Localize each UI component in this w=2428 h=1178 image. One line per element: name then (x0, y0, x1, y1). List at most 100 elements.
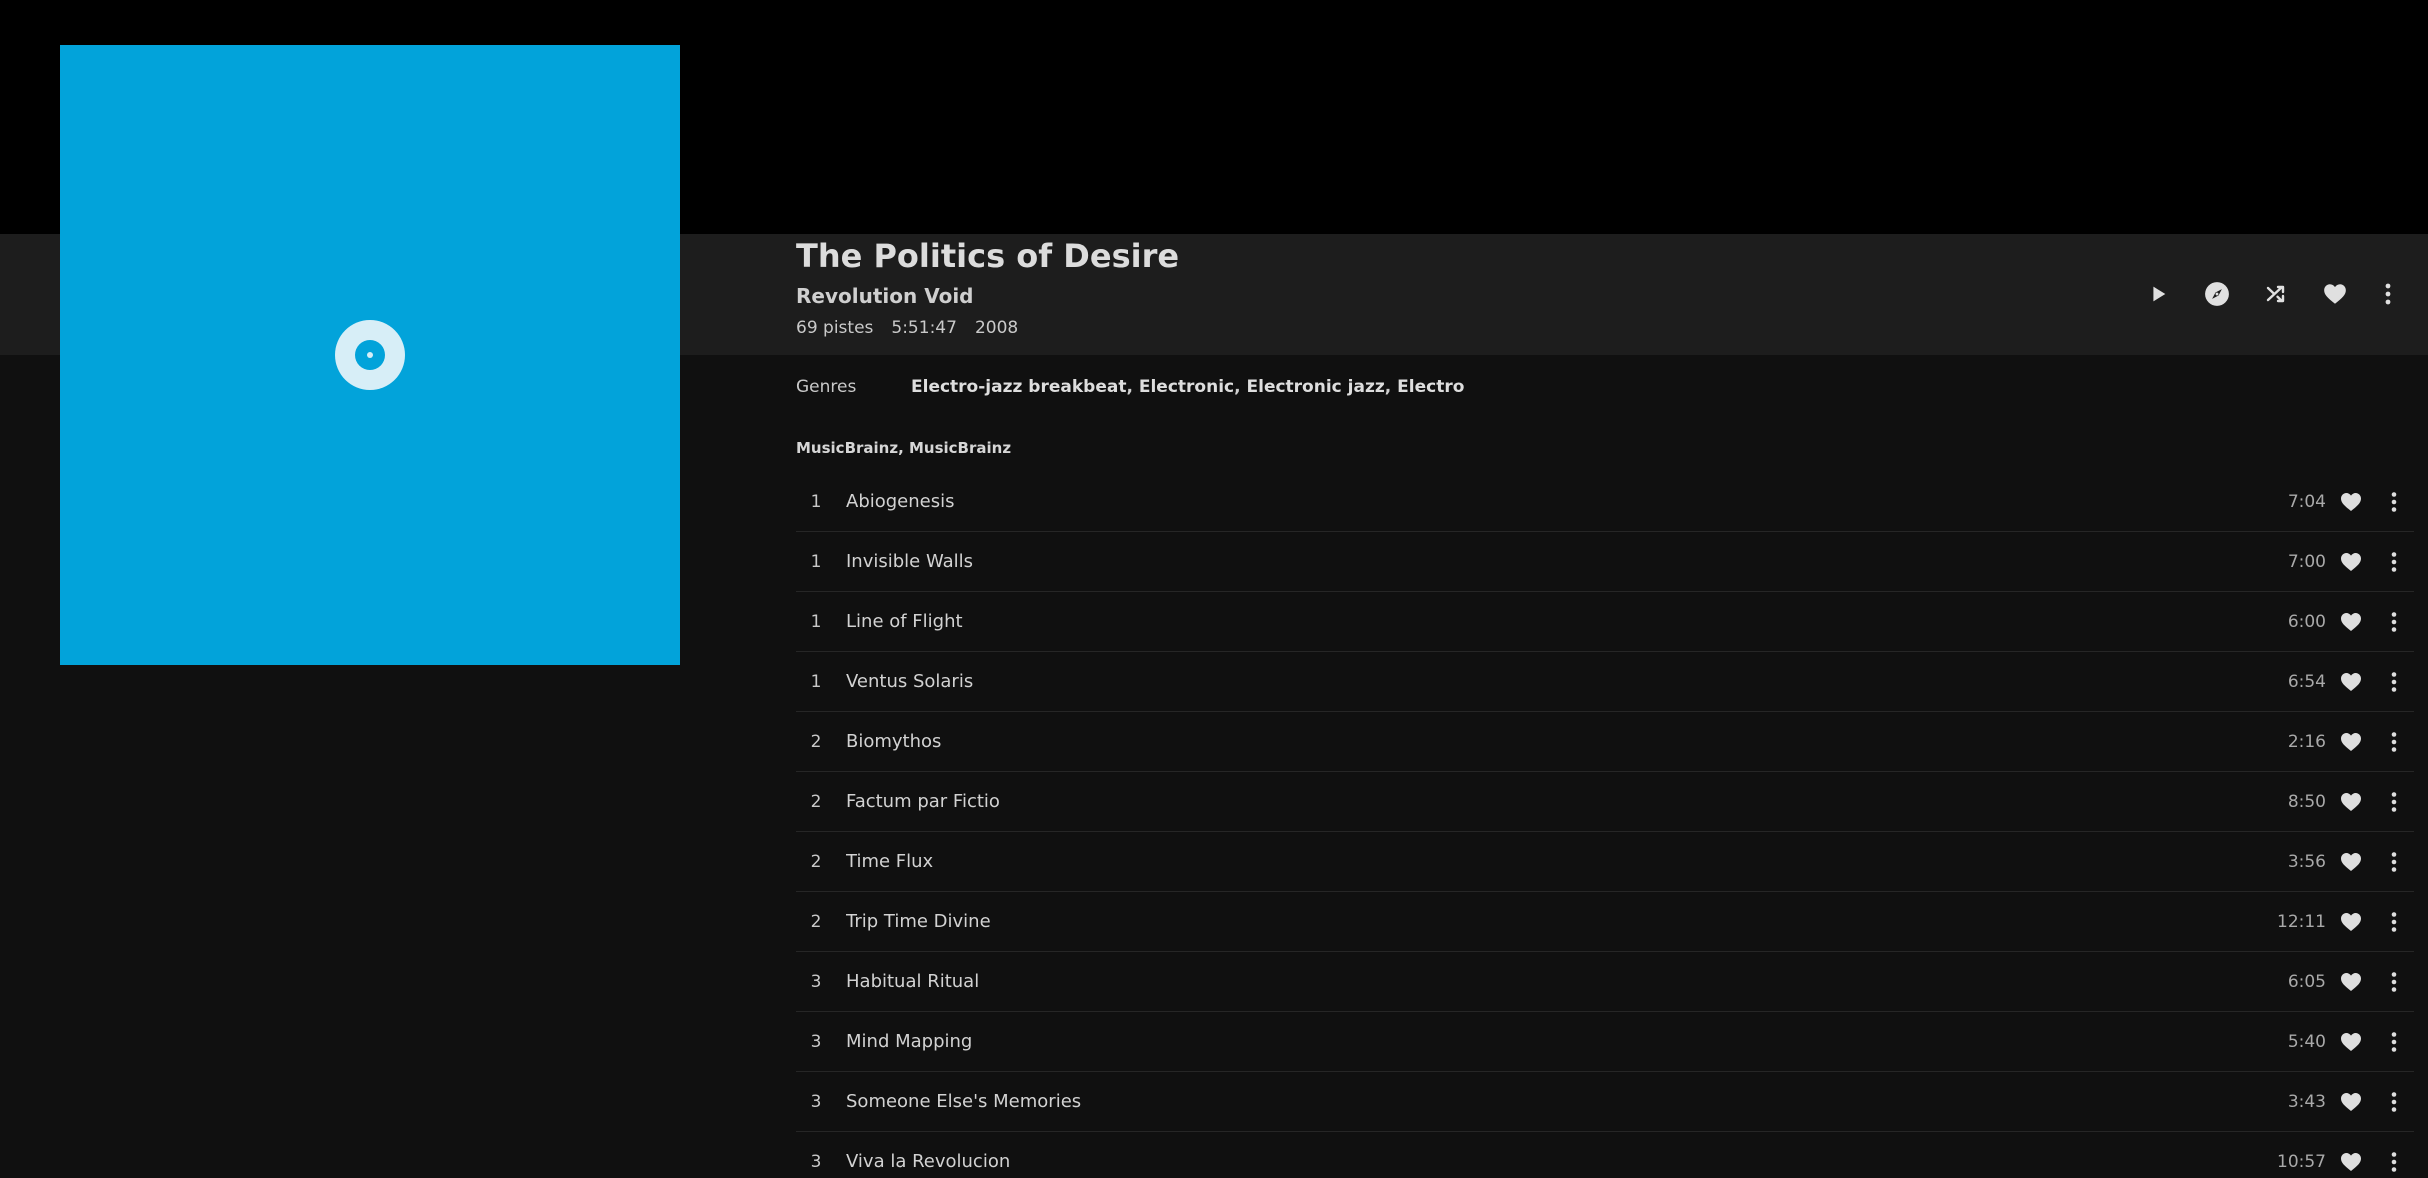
album-duration: 5:51:47 (891, 318, 957, 338)
album-artist[interactable]: Revolution Void (796, 282, 974, 310)
track-row[interactable]: 2 Time Flux 3:56 (796, 832, 2414, 892)
track-favorite-button[interactable] (2336, 1147, 2366, 1177)
track-more-button[interactable] (2382, 1147, 2406, 1177)
track-disc-number: 3 (810, 1091, 822, 1112)
track-duration: 7:00 (2287, 551, 2326, 572)
track-more-button[interactable] (2382, 787, 2406, 817)
track-duration: 6:05 (2287, 971, 2326, 992)
heart-icon (2341, 972, 2361, 991)
track-title[interactable]: Ventus Solaris (846, 671, 2236, 692)
track-title[interactable]: Biomythos (846, 731, 2236, 752)
album-title: The Politics of Desire (796, 237, 1180, 275)
track-more-button[interactable] (2382, 1027, 2406, 1057)
track-more-button[interactable] (2382, 1087, 2406, 1117)
track-favorite-button[interactable] (2336, 847, 2366, 877)
track-title[interactable]: Invisible Walls (846, 551, 2236, 572)
play-icon (2153, 286, 2166, 302)
track-duration: 12:11 (2277, 911, 2326, 932)
heart-icon (2341, 852, 2361, 871)
track-disc-number: 2 (810, 731, 822, 752)
track-duration: 5:40 (2287, 1031, 2326, 1052)
track-duration: 2:16 (2287, 731, 2326, 752)
heart-icon (2341, 1032, 2361, 1051)
more-vertical-icon (2391, 1151, 2397, 1172)
genre-link[interactable]: Electronic jazz (1247, 377, 1385, 397)
track-disc-number: 3 (810, 1151, 822, 1172)
track-title[interactable]: Someone Else's Memories (846, 1091, 2236, 1112)
track-row[interactable]: 1 Ventus Solaris 6:54 (796, 652, 2414, 712)
track-row[interactable]: 1 Line of Flight 6:00 (796, 592, 2414, 652)
track-favorite-button[interactable] (2336, 727, 2366, 757)
track-favorite-button[interactable] (2336, 787, 2366, 817)
track-title[interactable]: Time Flux (846, 851, 2236, 872)
source-links[interactable]: MusicBrainz, MusicBrainz (796, 438, 1011, 458)
track-title[interactable]: Line of Flight (846, 611, 2236, 632)
track-disc-number: 1 (810, 671, 822, 692)
track-title[interactable]: Trip Time Divine (846, 911, 2236, 932)
shuffle-button[interactable] (2256, 274, 2296, 314)
radio-button[interactable] (2197, 274, 2237, 314)
play-button[interactable] (2138, 274, 2178, 314)
track-more-button[interactable] (2382, 667, 2406, 697)
track-favorite-button[interactable] (2336, 547, 2366, 577)
heart-icon (2341, 792, 2361, 811)
track-more-button[interactable] (2382, 487, 2406, 517)
heart-icon (2341, 1092, 2361, 1111)
track-list: 1 Abiogenesis 7:04 1 Invisible Walls 7:00 1 Lin… (796, 472, 2414, 1178)
more-options-button[interactable] (2374, 274, 2402, 314)
more-vertical-icon (2391, 491, 2397, 512)
track-favorite-button[interactable] (2336, 1027, 2366, 1057)
genres-row: Genres Electro-jazz breakbeat, Electroni… (796, 375, 1464, 399)
more-vertical-icon (2391, 851, 2397, 872)
track-row[interactable]: 3 Someone Else's Memories 3:43 (796, 1072, 2414, 1132)
track-more-button[interactable] (2382, 727, 2406, 757)
track-favorite-button[interactable] (2336, 607, 2366, 637)
track-title[interactable]: Mind Mapping (846, 1031, 2236, 1052)
shuffle-icon (2266, 285, 2285, 303)
track-more-button[interactable] (2382, 547, 2406, 577)
track-duration: 7:04 (2287, 491, 2326, 512)
track-favorite-button[interactable] (2336, 487, 2366, 517)
track-favorite-button[interactable] (2336, 667, 2366, 697)
heart-icon (2341, 1152, 2361, 1171)
track-title[interactable]: Abiogenesis (846, 491, 2236, 512)
track-row[interactable]: 2 Factum par Fictio 8:50 (796, 772, 2414, 832)
track-favorite-button[interactable] (2336, 907, 2366, 937)
heart-icon (2324, 284, 2346, 304)
genres-label: Genres (796, 377, 857, 397)
track-disc-number: 1 (810, 491, 822, 512)
track-more-button[interactable] (2382, 607, 2406, 637)
compass-icon (2205, 282, 2229, 306)
track-row[interactable]: 1 Invisible Walls 7:00 (796, 532, 2414, 592)
track-favorite-button[interactable] (2336, 1087, 2366, 1117)
disc-icon (335, 320, 405, 390)
genre-link[interactable]: Electro-jazz breakbeat (911, 377, 1126, 397)
track-favorite-button[interactable] (2336, 967, 2366, 997)
album-actions (2138, 274, 2402, 314)
heart-icon (2341, 912, 2361, 931)
heart-icon (2341, 672, 2361, 691)
track-row[interactable]: 3 Mind Mapping 5:40 (796, 1012, 2414, 1072)
favorite-button[interactable] (2315, 274, 2355, 314)
genre-link[interactable]: Electro (1397, 377, 1464, 397)
track-disc-number: 2 (810, 851, 822, 872)
track-row[interactable]: 2 Trip Time Divine 12:11 (796, 892, 2414, 952)
track-title[interactable]: Habitual Ritual (846, 971, 2236, 992)
track-title[interactable]: Viva la Revolucion (846, 1151, 2236, 1172)
track-more-button[interactable] (2382, 907, 2406, 937)
album-meta: 69 pistes 5:51:47 2008 (796, 316, 1018, 340)
genres-list: Electro-jazz breakbeat, Electronic, Elec… (911, 377, 1465, 397)
track-row[interactable]: 2 Biomythos 2:16 (796, 712, 2414, 772)
track-row[interactable]: 3 Viva la Revolucion 10:57 (796, 1132, 2414, 1178)
genre-link[interactable]: Electronic (1139, 377, 1234, 397)
track-title[interactable]: Factum par Fictio (846, 791, 2236, 812)
track-row[interactable]: 1 Abiogenesis 7:04 (796, 472, 2414, 532)
track-more-button[interactable] (2382, 847, 2406, 877)
track-disc-number: 2 (810, 791, 822, 812)
album-year: 2008 (974, 318, 1019, 338)
track-more-button[interactable] (2382, 967, 2406, 997)
more-vertical-icon (2391, 1091, 2397, 1112)
album-cover[interactable] (60, 45, 680, 665)
more-vertical-icon (2391, 611, 2397, 632)
track-row[interactable]: 3 Habitual Ritual 6:05 (796, 952, 2414, 1012)
